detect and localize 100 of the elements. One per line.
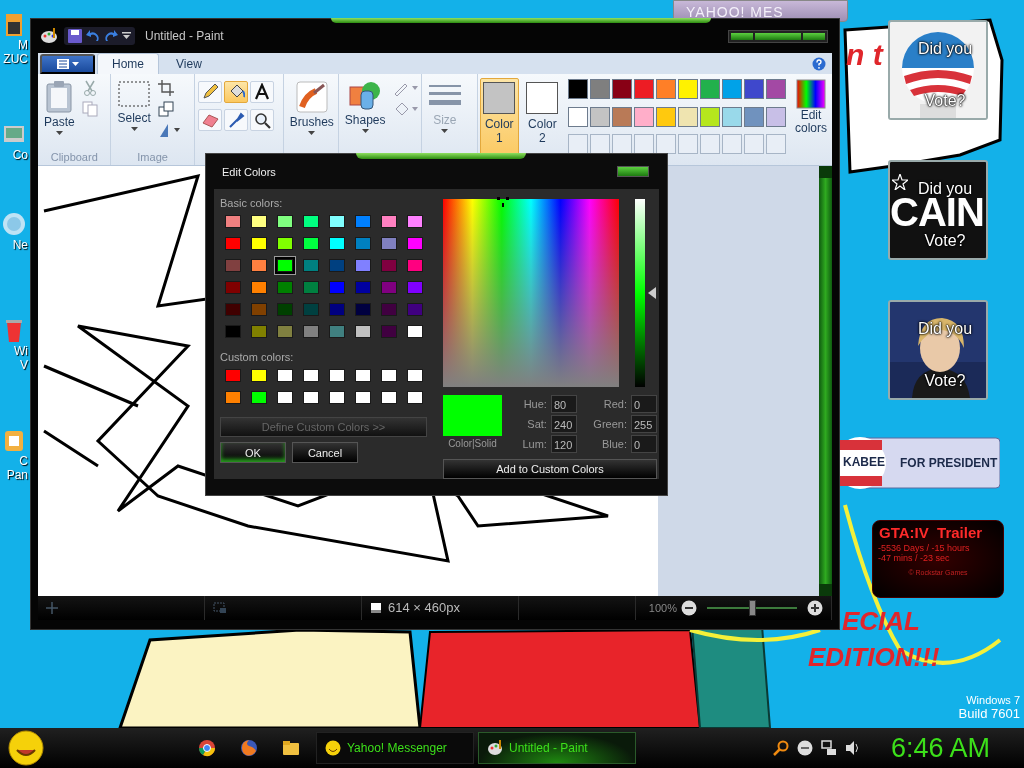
color-swatch[interactable] <box>277 215 293 228</box>
undo-icon[interactable] <box>86 29 100 43</box>
input-field[interactable]: 240 <box>550 415 577 433</box>
zoom-out-icon[interactable] <box>681 599 697 616</box>
save-icon[interactable] <box>68 29 82 43</box>
color-swatch[interactable] <box>634 79 654 100</box>
color-swatch[interactable] <box>700 106 720 127</box>
zoom-in-icon[interactable] <box>807 599 823 616</box>
color-swatch[interactable] <box>303 369 319 382</box>
color-swatch[interactable] <box>329 325 345 338</box>
color-swatch[interactable] <box>303 303 319 316</box>
empty-swatch[interactable] <box>568 134 588 155</box>
color-swatch[interactable] <box>329 391 345 404</box>
browser-icon[interactable] <box>198 739 216 757</box>
ribbon-tab[interactable]: Home <box>97 53 159 75</box>
taskbar-button[interactable]: Untitled - Paint <box>478 732 636 764</box>
color-swatch[interactable] <box>700 79 720 100</box>
input-field[interactable]: 0 <box>631 435 657 453</box>
tool-button[interactable] <box>197 81 222 104</box>
color-swatch[interactable] <box>355 325 371 338</box>
color-swatch[interactable] <box>381 391 397 404</box>
color-swatch[interactable] <box>225 391 241 404</box>
color-swatch[interactable] <box>722 106 742 127</box>
color-swatch[interactable] <box>407 215 423 228</box>
taskbar-button[interactable]: Yahoo! Messenger <box>316 732 474 764</box>
color-swatch[interactable] <box>225 281 241 294</box>
color-swatch[interactable] <box>251 303 267 316</box>
redo-icon[interactable] <box>104 29 118 43</box>
crop-icon[interactable] <box>157 80 174 97</box>
color-swatch[interactable] <box>303 325 319 338</box>
ok-button[interactable]: OK <box>220 442 286 463</box>
color-swatch[interactable] <box>251 237 267 250</box>
color-swatch[interactable] <box>329 259 345 272</box>
dropdown-icon[interactable] <box>122 32 131 40</box>
color-swatch[interactable] <box>277 303 293 316</box>
color-swatch[interactable] <box>355 259 371 272</box>
color-swatch[interactable] <box>407 325 423 338</box>
color-spectrum[interactable] <box>443 199 619 387</box>
color-button[interactable]: Color 2 <box>522 78 562 161</box>
color-swatch[interactable] <box>251 259 267 272</box>
help-icon[interactable] <box>812 56 826 71</box>
empty-swatch[interactable] <box>678 134 698 155</box>
color-swatch[interactable] <box>744 106 764 127</box>
color-swatch[interactable] <box>590 106 610 127</box>
minimize-button[interactable] <box>731 32 753 40</box>
color-swatch[interactable] <box>355 303 371 316</box>
color-swatch[interactable] <box>568 79 588 100</box>
empty-swatch[interactable] <box>590 134 610 155</box>
color-swatch[interactable] <box>225 237 241 250</box>
tool-button[interactable] <box>223 109 248 132</box>
input-field[interactable]: 120 <box>550 435 577 453</box>
maximize-button[interactable] <box>755 32 801 40</box>
color-swatch[interactable] <box>329 369 345 382</box>
ribbon-tab[interactable]: View <box>161 53 217 75</box>
color-swatch[interactable] <box>612 106 632 127</box>
color-swatch[interactable] <box>277 325 293 338</box>
color-swatch[interactable] <box>678 79 698 100</box>
edit-colors-button[interactable]: Edit colors <box>790 74 832 165</box>
color-swatch[interactable] <box>634 106 654 127</box>
color-swatch[interactable] <box>251 391 267 404</box>
input-field[interactable]: 0 <box>631 395 657 413</box>
color-swatch[interactable] <box>303 215 319 228</box>
scrollbar[interactable] <box>819 165 832 596</box>
color-swatch[interactable] <box>355 281 371 294</box>
empty-swatch[interactable] <box>744 134 764 155</box>
empty-swatch[interactable] <box>612 134 632 155</box>
color-swatch[interactable] <box>381 259 397 272</box>
tool-button[interactable] <box>223 81 248 104</box>
color-swatch[interactable] <box>277 259 293 272</box>
color-swatch[interactable] <box>329 281 345 294</box>
select-button[interactable]: Select <box>114 78 154 135</box>
color-swatch[interactable] <box>407 303 423 316</box>
color-swatch[interactable] <box>355 369 371 382</box>
fox-icon[interactable] <box>240 739 258 757</box>
empty-swatch[interactable] <box>766 134 786 155</box>
color-swatch[interactable] <box>381 237 397 250</box>
paste-button[interactable]: Paste <box>41 78 78 139</box>
color-swatch[interactable] <box>277 281 293 294</box>
input-field[interactable]: 255 <box>631 415 657 433</box>
color-swatch[interactable] <box>381 325 397 338</box>
color-swatch[interactable] <box>678 106 698 127</box>
input-field[interactable]: 80 <box>550 395 577 413</box>
color-swatch[interactable] <box>381 303 397 316</box>
color-swatch[interactable] <box>407 259 423 272</box>
clock-text[interactable]: 6:46 AM <box>890 732 990 764</box>
color-swatch[interactable] <box>277 237 293 250</box>
color-swatch[interactable] <box>407 369 423 382</box>
color-swatch[interactable] <box>766 79 786 100</box>
color-swatch[interactable] <box>407 391 423 404</box>
color-swatch[interactable] <box>277 391 293 404</box>
color-swatch[interactable] <box>722 79 742 100</box>
tool-button[interactable] <box>249 81 274 104</box>
slider-thumb[interactable] <box>749 599 756 616</box>
color-swatch[interactable] <box>355 237 371 250</box>
color-swatch[interactable] <box>225 303 241 316</box>
shapes-button[interactable]: Shapes <box>341 78 389 137</box>
color-swatch[interactable] <box>329 237 345 250</box>
color-swatch[interactable] <box>744 79 764 100</box>
color-swatch[interactable] <box>303 281 319 294</box>
volume-icon[interactable] <box>844 740 861 756</box>
